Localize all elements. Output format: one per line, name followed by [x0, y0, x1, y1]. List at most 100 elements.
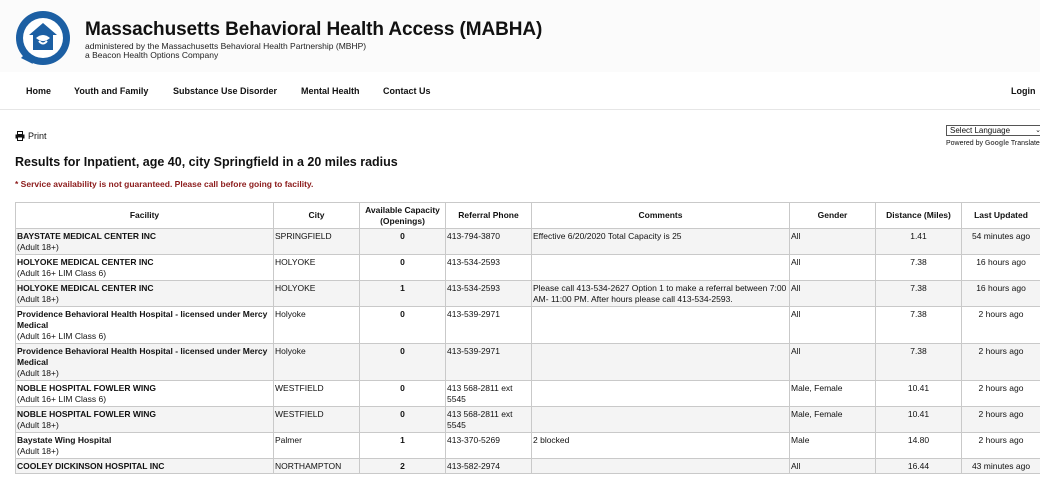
facility-name: Providence Behavioral Health Hospital - … [17, 309, 268, 330]
distance-cell: 7.38 [875, 343, 962, 381]
phone-cell: 413-539-2971 [445, 306, 532, 344]
col-last-updated[interactable]: Last Updated [961, 202, 1040, 229]
col-city[interactable]: City [273, 202, 360, 229]
table-row: Providence Behavioral Health Hospital - … [15, 306, 1040, 344]
google-logo[interactable]: Google [985, 140, 1009, 147]
facility-age-group: (Adult 18+) [17, 368, 59, 378]
facility-age-group: (Adult 18+) [17, 294, 59, 304]
updated-cell: 43 minutes ago [961, 458, 1040, 474]
phone-cell: 413 568-2811 ext 5545 [445, 380, 532, 407]
facility-cell: HOLYOKE MEDICAL CENTER INC (Adult 16+ LIM… [15, 254, 274, 281]
comments-cell [531, 406, 790, 433]
city-cell: Palmer [273, 432, 360, 459]
gender-cell: All [789, 458, 876, 474]
chevron-down-icon: ⌄ [1035, 127, 1040, 134]
results-table: Facility City Available Capacity (Opening… [15, 202, 1040, 474]
facility-name: Baystate Wing Hospital [17, 435, 112, 445]
city-cell: WESTFIELD [273, 406, 360, 433]
capacity-cell: 2 [359, 458, 446, 474]
printer-icon [15, 131, 25, 141]
language-select-value: Select Language [950, 126, 1011, 135]
capacity-cell: 0 [359, 228, 446, 255]
nav-youth-and-family[interactable]: Youth and Family [74, 86, 148, 96]
updated-cell: 2 hours ago [961, 406, 1040, 433]
facility-age-group: (Adult 16+ LIM Class 6) [17, 331, 107, 341]
comments-cell: Effective 6/20/2020 Total Capacity is 25 [531, 228, 790, 255]
col-capacity[interactable]: Available Capacity (Openings) [359, 202, 446, 229]
print-label: Print [28, 131, 47, 141]
table-row: HOLYOKE MEDICAL CENTER INC (Adult 18+) HO… [15, 280, 1040, 307]
comments-cell [531, 380, 790, 407]
nav-mental-health[interactable]: Mental Health [301, 86, 360, 96]
translate-link[interactable]: Translate [1011, 140, 1040, 147]
updated-cell: 54 minutes ago [961, 228, 1040, 255]
main-nav: Home Youth and Family Substance Use Diso… [0, 72, 1040, 110]
site-header: Massachusetts Behavioral Health Access (… [0, 0, 1040, 72]
facility-cell: Providence Behavioral Health Hospital - … [15, 306, 274, 344]
mabha-logo-icon[interactable] [13, 8, 73, 68]
facility-name: NOBLE HOSPITAL FOWLER WING [17, 409, 156, 419]
facility-name: HOLYOKE MEDICAL CENTER INC [17, 283, 154, 293]
comments-cell [531, 306, 790, 344]
facility-name: NOBLE HOSPITAL FOWLER WING [17, 383, 156, 393]
capacity-cell: 0 [359, 406, 446, 433]
language-select[interactable]: Select Language ⌄ [946, 125, 1040, 136]
facility-cell: NOBLE HOSPITAL FOWLER WING (Adult 18+) [15, 406, 274, 433]
col-comments[interactable]: Comments [531, 202, 790, 229]
capacity-cell: 0 [359, 306, 446, 344]
col-phone[interactable]: Referral Phone [445, 202, 532, 229]
gender-cell: All [789, 343, 876, 381]
updated-cell: 16 hours ago [961, 280, 1040, 307]
distance-cell: 1.41 [875, 228, 962, 255]
updated-cell: 2 hours ago [961, 380, 1040, 407]
phone-cell: 413 568-2811 ext 5545 [445, 406, 532, 433]
table-header-row: Facility City Available Capacity (Opening… [15, 202, 1040, 229]
col-facility[interactable]: Facility [15, 202, 274, 229]
table-row: Providence Behavioral Health Hospital - … [15, 343, 1040, 381]
city-cell: SPRINGFIELD [273, 228, 360, 255]
gender-cell: Male, Female [789, 380, 876, 407]
distance-cell: 14.80 [875, 432, 962, 459]
nav-contact-us[interactable]: Contact Us [383, 86, 431, 96]
capacity-cell: 1 [359, 432, 446, 459]
facility-age-group: (Adult 18+) [17, 420, 59, 430]
comments-cell [531, 343, 790, 381]
city-cell: HOLYOKE [273, 254, 360, 281]
results-heading: Results for Inpatient, age 40, city Spri… [15, 155, 398, 169]
gender-cell: All [789, 228, 876, 255]
distance-cell: 10.41 [875, 406, 962, 433]
comments-cell [531, 458, 790, 474]
updated-cell: 2 hours ago [961, 343, 1040, 381]
facility-cell: Baystate Wing Hospital (Adult 18+) [15, 432, 274, 459]
distance-cell: 7.38 [875, 306, 962, 344]
facility-age-group: (Adult 16+ LIM Class 6) [17, 268, 107, 278]
phone-cell: 413-539-2971 [445, 343, 532, 381]
col-gender[interactable]: Gender [789, 202, 876, 229]
col-distance[interactable]: Distance (Miles) [875, 202, 962, 229]
facility-cell: HOLYOKE MEDICAL CENTER INC (Adult 18+) [15, 280, 274, 307]
table-row: COOLEY DICKINSON HOSPITAL INC NORTHAMPTO… [15, 458, 1040, 474]
distance-cell: 7.38 [875, 254, 962, 281]
facility-cell: BAYSTATE MEDICAL CENTER INC (Adult 18+) [15, 228, 274, 255]
nav-substance-use-disorder[interactable]: Substance Use Disorder [173, 86, 277, 96]
print-button[interactable]: Print [15, 131, 47, 141]
city-cell: HOLYOKE [273, 280, 360, 307]
login-link[interactable]: Login [1011, 86, 1036, 96]
phone-cell: 413-582-2974 [445, 458, 532, 474]
facility-cell: COOLEY DICKINSON HOSPITAL INC [15, 458, 274, 474]
updated-cell: 2 hours ago [961, 432, 1040, 459]
updated-cell: 16 hours ago [961, 254, 1040, 281]
subtitle-company: a Beacon Health Options Company [85, 50, 219, 60]
gender-cell: Male, Female [789, 406, 876, 433]
table-row: NOBLE HOSPITAL FOWLER WING (Adult 16+ LIM… [15, 380, 1040, 407]
nav-home[interactable]: Home [26, 86, 51, 96]
capacity-cell: 0 [359, 343, 446, 381]
city-cell: Holyoke [273, 306, 360, 344]
table-row: Baystate Wing Hospital (Adult 18+) Palmer… [15, 432, 1040, 459]
gender-cell: Male [789, 432, 876, 459]
facility-name: HOLYOKE MEDICAL CENTER INC [17, 257, 154, 267]
updated-cell: 2 hours ago [961, 306, 1040, 344]
availability-warning: * Service availability is not guaranteed… [15, 179, 314, 189]
gender-cell: All [789, 254, 876, 281]
comments-cell: Please call 413-534-2627 Option 1 to mak… [531, 280, 790, 307]
